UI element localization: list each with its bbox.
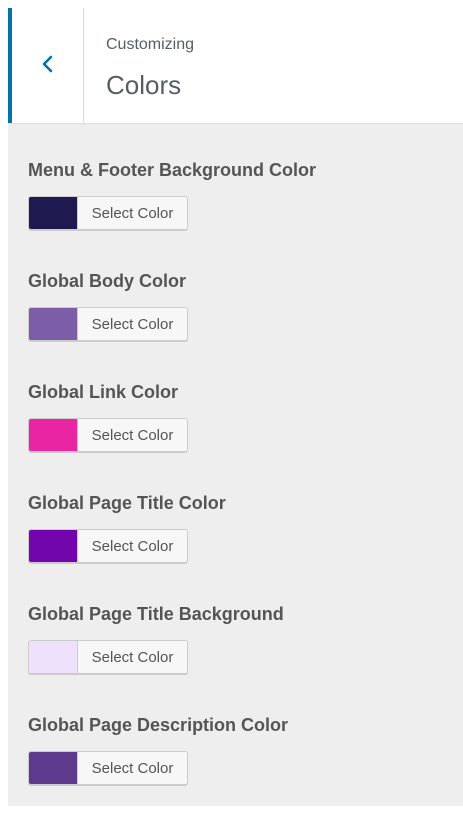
color-swatch — [29, 308, 77, 340]
color-controls: Menu & Footer Background Color Select Co… — [28, 156, 448, 822]
color-swatch — [29, 197, 77, 229]
back-button[interactable] — [8, 8, 84, 123]
control-label: Global Link Color — [28, 382, 179, 402]
color-swatch — [29, 419, 77, 451]
color-control-global-page-title-background: Global Page Title Background Select Colo… — [28, 600, 448, 711]
color-control-global-page-title: Global Page Title Color Select Color — [28, 489, 448, 600]
control-label: Global Page Title Color — [28, 493, 226, 513]
customizer-panel: Customizing Colors Menu & Footer Backgro… — [8, 8, 463, 806]
page-title: Colors — [106, 70, 182, 100]
select-color-label: Select Color — [77, 641, 187, 673]
select-color-button[interactable]: Select Color — [28, 529, 188, 563]
control-label: Menu & Footer Background Color — [28, 160, 316, 180]
customizer-header: Customizing Colors — [8, 8, 463, 124]
select-color-button[interactable]: Select Color — [28, 307, 188, 341]
select-color-label: Select Color — [77, 308, 187, 340]
control-label: Global Body Color — [28, 271, 187, 291]
header-subtitle: Customizing — [106, 36, 195, 53]
control-label: Global Page Description Color — [28, 715, 289, 735]
color-control-global-page-description: Global Page Description Color Select Col… — [28, 711, 448, 822]
select-color-button[interactable]: Select Color — [28, 418, 188, 452]
color-swatch — [29, 530, 77, 562]
color-swatch — [29, 752, 77, 784]
select-color-label: Select Color — [77, 752, 187, 784]
color-control-global-body: Global Body Color Select Color — [28, 267, 448, 378]
control-label: Global Page Title Background — [28, 604, 284, 624]
select-color-label: Select Color — [77, 419, 187, 451]
select-color-button[interactable]: Select Color — [28, 196, 188, 230]
color-control-menu-footer-background: Menu & Footer Background Color Select Co… — [28, 156, 448, 267]
select-color-label: Select Color — [77, 197, 187, 229]
color-swatch — [29, 641, 77, 673]
select-color-button[interactable]: Select Color — [28, 640, 188, 674]
select-color-button[interactable]: Select Color — [28, 751, 188, 785]
select-color-label: Select Color — [77, 530, 187, 562]
chevron-left-icon — [42, 55, 53, 73]
color-control-global-link: Global Link Color Select Color — [28, 378, 448, 489]
